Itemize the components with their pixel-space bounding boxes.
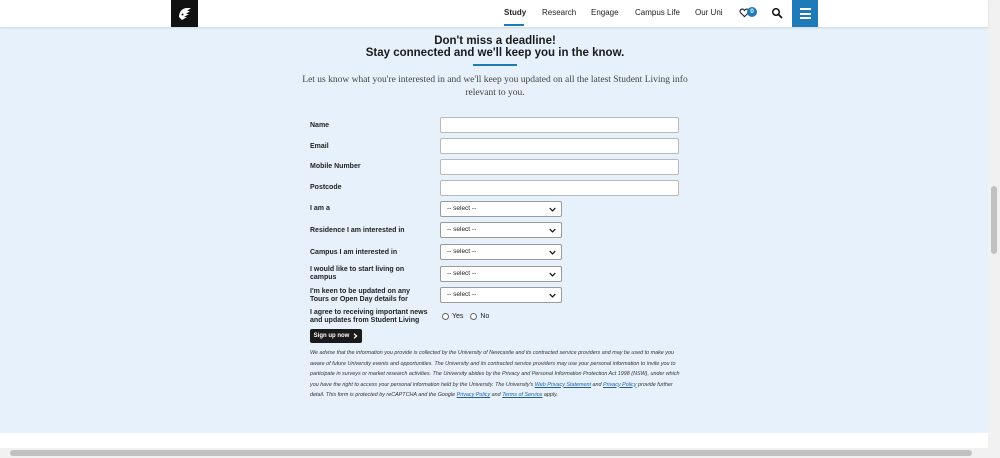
iam-select[interactable]: -- select -- — [440, 201, 562, 217]
page-headline: Don't miss a deadline! Stay connected an… — [300, 35, 690, 59]
headline-line-2: Stay connected and we'll keep you in the… — [365, 47, 625, 59]
disclaimer-and-1: and — [590, 381, 603, 388]
no-radio[interactable] — [470, 313, 478, 320]
nav-research[interactable]: Research — [542, 8, 576, 17]
residence-label: Residence I am interested in — [310, 227, 405, 234]
residence-select[interactable]: -- select -- — [440, 222, 562, 238]
agree-label: I agree to receiving important news and … — [310, 309, 428, 324]
iam-label: I am a — [310, 205, 330, 212]
tours-label: I'm keen to be updated on any Tours or O… — [310, 288, 411, 303]
nav-campus-life[interactable]: Campus Life — [635, 8, 680, 17]
disclaimer-and-2: and — [490, 392, 503, 398]
tours-select[interactable]: -- select -- — [440, 287, 562, 303]
chevron-down-icon — [549, 207, 556, 212]
horizontal-scroll-thumb[interactable] — [10, 450, 972, 456]
postcode-label: Postcode — [310, 184, 342, 191]
sign-up-button[interactable]: Sign up now — [310, 329, 362, 343]
favourites-button[interactable]: 0 — [739, 6, 761, 20]
headline-divider — [473, 64, 517, 66]
campus-select[interactable]: -- select -- — [440, 244, 562, 260]
chevron-down-icon — [549, 228, 556, 233]
intro-text: Let us know what you're interested in an… — [302, 75, 688, 98]
google-privacy-policy-link[interactable]: Privacy Policy — [457, 392, 491, 398]
search-icon — [772, 8, 783, 19]
chevron-down-icon — [549, 250, 556, 255]
email-label: Email — [310, 143, 329, 150]
no-radio-label[interactable]: No — [480, 313, 489, 320]
logo-icon — [178, 7, 191, 20]
residence-select-value: -- select -- — [447, 226, 477, 233]
campus-label: Campus I am interested in — [310, 249, 398, 256]
nav-our-uni[interactable]: Our Uni — [695, 8, 723, 17]
nav-study[interactable]: Study — [504, 8, 526, 17]
tours-select-value: -- select -- — [447, 291, 477, 298]
vertical-scrollbar[interactable] — [988, 0, 1000, 458]
name-field[interactable] — [440, 117, 679, 133]
chevron-down-icon — [549, 293, 556, 298]
footer-strip — [0, 433, 988, 448]
sign-up-label: Sign up now — [313, 333, 350, 339]
name-label: Name — [310, 122, 330, 129]
favourites-count-badge: 0 — [747, 7, 757, 17]
mobile-label: Mobile Number — [310, 163, 361, 170]
vertical-scroll-thumb[interactable] — [991, 186, 997, 254]
menu-button[interactable] — [792, 0, 818, 27]
iam-select-value: -- select -- — [447, 205, 477, 212]
university-logo[interactable] — [171, 0, 198, 27]
site-header: Study Research Engage Campus Life Our Un… — [0, 0, 988, 27]
agree-radio-group: Yes No — [442, 313, 493, 320]
chevron-down-icon — [549, 272, 556, 277]
nav-engage[interactable]: Engage — [591, 8, 619, 17]
web-privacy-statement-link[interactable]: Web Privacy Statement — [535, 382, 591, 388]
hamburger-icon — [799, 8, 811, 10]
campus-select-value: -- select -- — [447, 248, 477, 255]
chevron-right-icon — [353, 333, 358, 339]
mobile-field[interactable] — [440, 159, 679, 175]
start-select-value: -- select -- — [447, 270, 477, 277]
start-select[interactable]: -- select -- — [440, 266, 562, 282]
horizontal-scrollbar[interactable] — [0, 448, 988, 458]
headline-line-1: Don't miss a deadline! — [434, 35, 556, 47]
privacy-policy-link[interactable]: Privacy Policy — [603, 382, 637, 388]
terms-of-service-link[interactable]: Terms of Service — [502, 392, 542, 398]
disclaimer-text-3: apply. — [542, 392, 558, 398]
yes-radio-label[interactable]: Yes — [452, 313, 463, 320]
start-label: I would like to start living on campus — [310, 266, 405, 281]
postcode-field[interactable] — [440, 180, 679, 196]
email-field[interactable] — [440, 138, 679, 154]
nav-active-indicator — [504, 24, 524, 26]
privacy-disclaimer: We advise that the information you provi… — [310, 348, 680, 401]
yes-radio[interactable] — [442, 313, 449, 320]
search-button[interactable] — [771, 6, 785, 20]
